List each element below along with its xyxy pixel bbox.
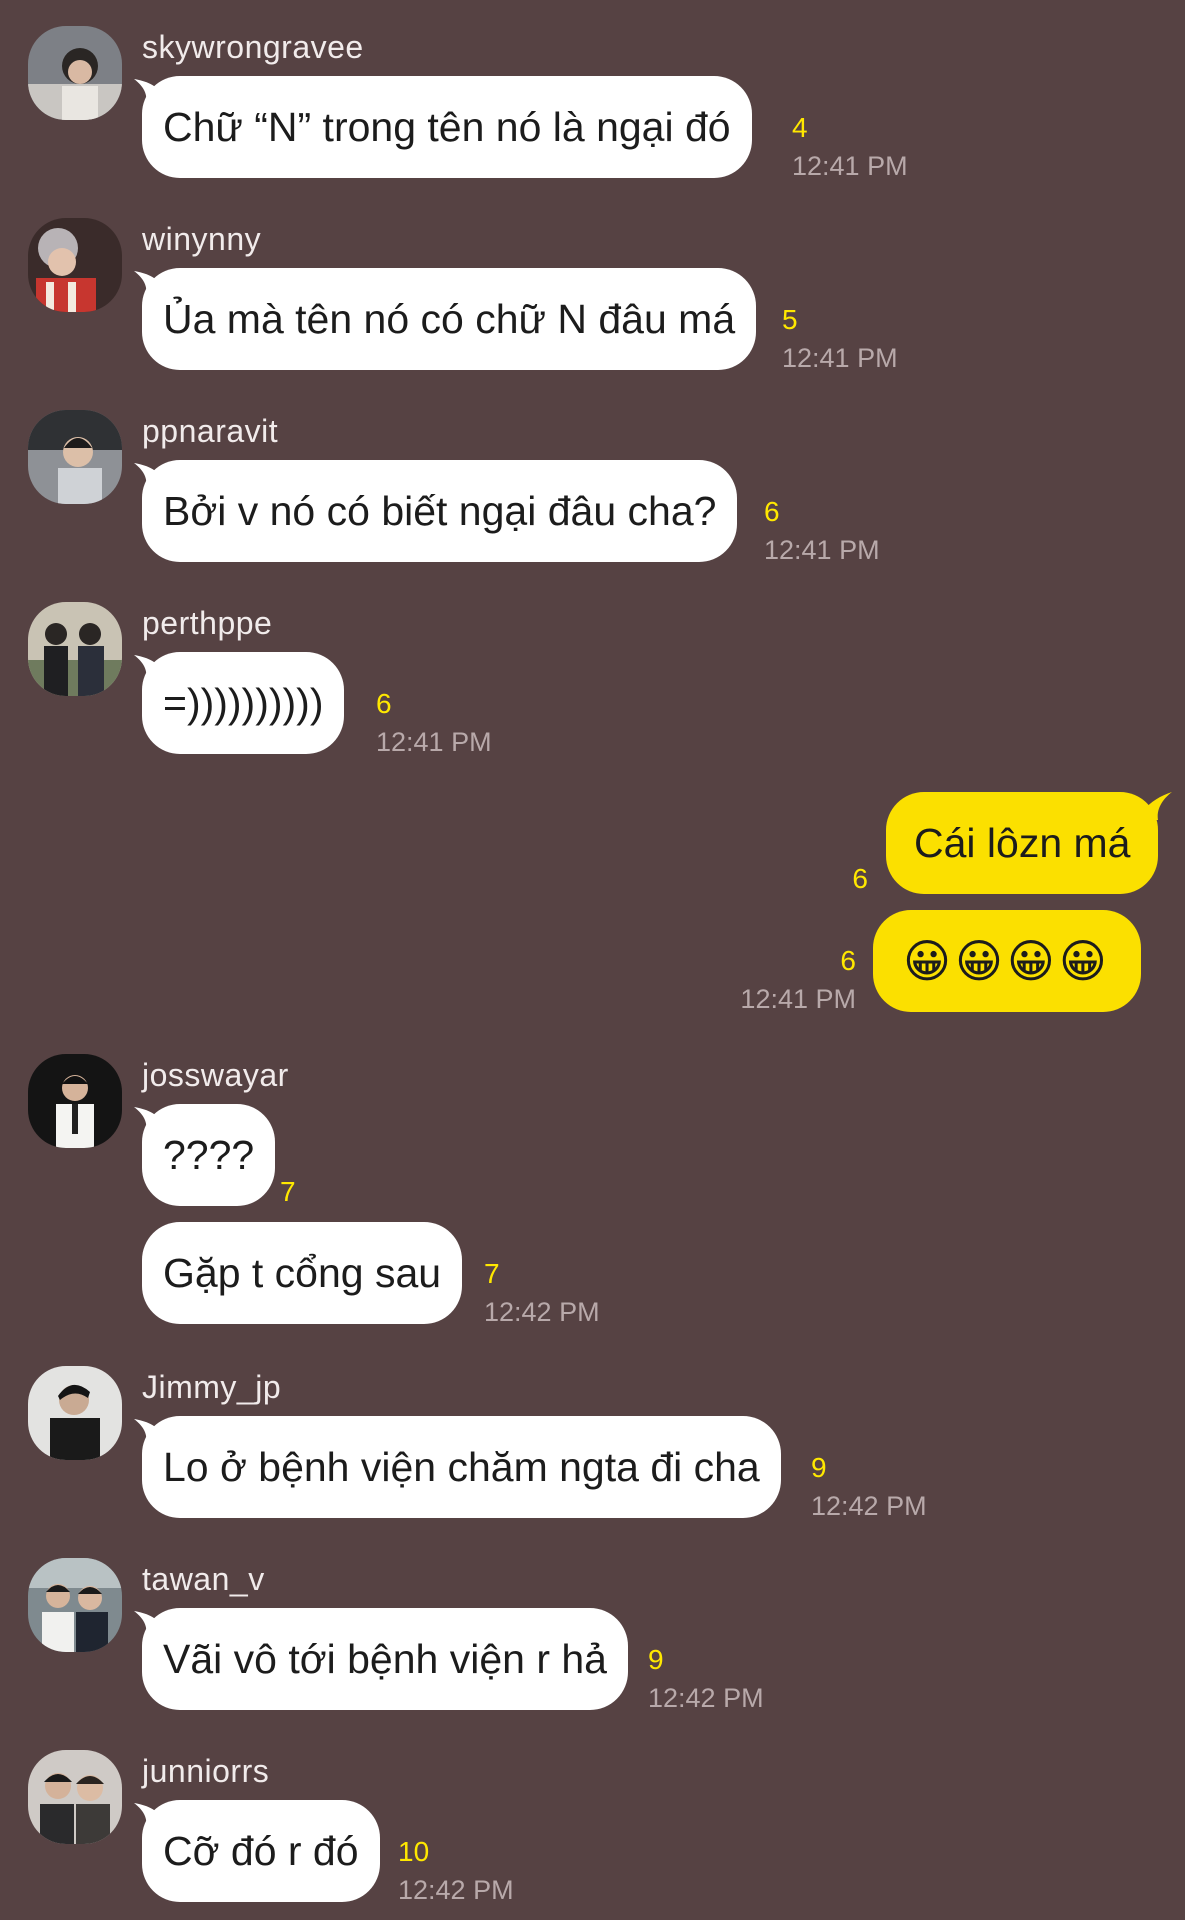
message-meta: 7 [280, 1176, 296, 1208]
sender-name: perthppe [142, 605, 273, 641]
sender-name: junniorrs [142, 1753, 270, 1789]
sender-name: Jimmy_jp [142, 1369, 282, 1405]
message-meta: 6 12:41 PM [764, 496, 880, 566]
avatar-perthppe[interactable] [28, 602, 122, 696]
unread-count: 6 [852, 863, 868, 894]
unread-count: 7 [280, 1176, 296, 1207]
message-bubble[interactable]: =)))))))))) [142, 652, 345, 754]
message-meta: 9 12:42 PM [648, 1644, 764, 1714]
message-bubble[interactable]: Cỡ đó r đó [142, 1800, 380, 1902]
avatar-skywrongravee[interactable] [28, 26, 122, 120]
message-bubble[interactable]: Vãi vô tới bệnh viện r hả [142, 1608, 628, 1710]
message-bubble[interactable]: Chữ “N” trong tên nó là ngại đó [142, 76, 752, 178]
sender-name: skywrongravee [142, 29, 364, 65]
timestamp: 12:41 PM [782, 343, 898, 373]
message-meta: 9 12:42 PM [811, 1452, 927, 1522]
avatar-jimmy-jp[interactable] [28, 1366, 122, 1460]
unread-count: 10 [398, 1836, 430, 1867]
avatar-josswayar[interactable] [28, 1054, 122, 1148]
avatar-winynny[interactable] [28, 218, 122, 312]
message-bubble[interactable]: Ủa mà tên nó có chữ N đâu má [142, 268, 757, 370]
timestamp: 12:41 PM [740, 984, 856, 1014]
message-bubble[interactable]: ???? [142, 1104, 276, 1206]
timestamp: 12:41 PM [792, 151, 908, 181]
message-bubble[interactable]: Lo ở bệnh viện chăm ngta đi cha [142, 1416, 781, 1518]
message-meta: 6 12:41 PM [716, 945, 856, 1015]
timestamp: 12:42 PM [484, 1297, 600, 1327]
message-bubble-outgoing[interactable]: Cái lôzn má [886, 792, 1159, 894]
timestamp: 12:42 PM [811, 1491, 927, 1521]
sender-name: josswayar [142, 1057, 289, 1093]
message-meta: 5 12:41 PM [782, 304, 898, 374]
sender-name: tawan_v [142, 1561, 265, 1597]
timestamp: 12:41 PM [764, 535, 880, 565]
message-bubble[interactable]: Bởi v nó có biết ngại đâu cha? [142, 460, 738, 562]
unread-count: 4 [792, 112, 808, 143]
unread-count: 6 [764, 496, 780, 527]
avatar-tawan-v[interactable] [28, 1558, 122, 1652]
chat-room: skywrongravee Chữ “N” trong tên nó là ng… [0, 0, 1185, 1920]
message-meta: 6 12:41 PM [376, 688, 492, 758]
message-bubble[interactable]: Gặp t cổng sau [142, 1222, 463, 1324]
unread-count: 6 [840, 945, 856, 976]
unread-count: 9 [811, 1452, 827, 1483]
avatar-ppnaravit[interactable] [28, 410, 122, 504]
sender-name: ppnaravit [142, 413, 279, 449]
timestamp: 12:41 PM [376, 727, 492, 757]
sender-name: winynny [142, 221, 262, 257]
avatar-junniorrs[interactable] [28, 1750, 122, 1844]
message-meta: 6 [820, 863, 868, 895]
unread-count: 5 [782, 304, 798, 335]
timestamp: 12:42 PM [398, 1875, 514, 1905]
unread-count: 6 [376, 688, 392, 719]
message-meta: 7 12:42 PM [484, 1258, 600, 1328]
timestamp: 12:42 PM [648, 1683, 764, 1713]
message-meta: 10 12:42 PM [398, 1836, 514, 1906]
message-meta: 4 12:41 PM [792, 112, 908, 182]
bubble-tail [1142, 792, 1172, 820]
unread-count: 9 [648, 1644, 664, 1675]
message-bubble-outgoing[interactable]: 😀😀😀😀 [873, 910, 1141, 1012]
unread-count: 7 [484, 1258, 500, 1289]
